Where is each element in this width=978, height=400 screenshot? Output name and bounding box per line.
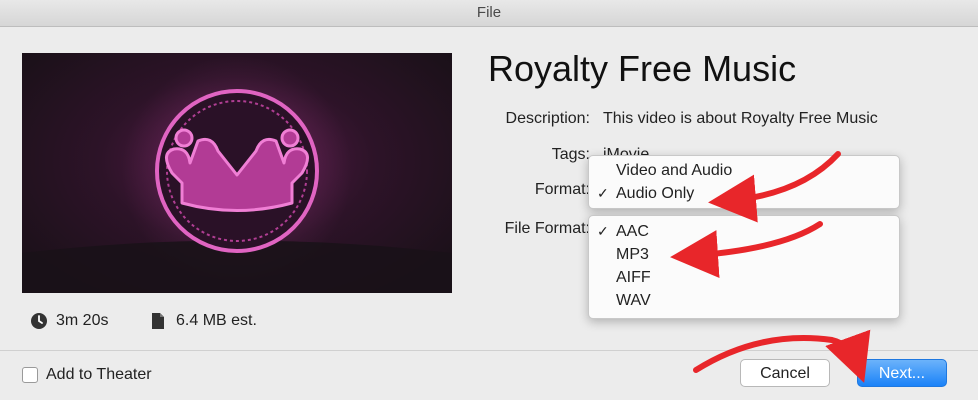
checkmark-icon: ✓: [597, 223, 609, 239]
duration-info: 3m 20s: [30, 312, 108, 330]
description-value[interactable]: This video is about Royalty Free Music: [603, 110, 878, 128]
format-option-label: Audio Only: [616, 185, 695, 202]
checkmark-icon: ✓: [597, 185, 609, 201]
add-to-theater-control[interactable]: Add to Theater: [22, 366, 152, 384]
format-dropdown-menu[interactable]: Video and Audio ✓ Audio Only: [588, 155, 900, 209]
project-title: Royalty Free Music: [488, 48, 797, 89]
file-format-option-label: AIFF: [616, 269, 651, 286]
window-titlebar: File: [0, 0, 978, 27]
file-format-option-mp3[interactable]: MP3: [589, 243, 899, 266]
file-format-label: File Format:: [504, 220, 590, 237]
file-format-option-wav[interactable]: WAV: [589, 289, 899, 312]
format-option-label: Video and Audio: [616, 162, 733, 179]
file-format-dropdown-menu[interactable]: ✓ AAC MP3 AIFF WAV: [588, 215, 900, 319]
next-button[interactable]: Next...: [857, 359, 947, 387]
format-option-audio-only[interactable]: ✓ Audio Only: [589, 182, 899, 205]
document-icon: [150, 312, 168, 330]
format-option-video-and-audio[interactable]: Video and Audio: [589, 159, 899, 182]
description-label: Description:: [505, 110, 590, 127]
add-to-theater-label[interactable]: Add to Theater: [46, 366, 152, 384]
duration-text: 3m 20s: [56, 312, 109, 329]
crown-logo-image: [22, 56, 452, 293]
cancel-button[interactable]: Cancel: [740, 359, 830, 387]
file-format-option-aiff[interactable]: AIFF: [589, 266, 899, 289]
add-to-theater-checkbox[interactable]: [22, 367, 38, 383]
size-info: 6.4 MB est.: [150, 312, 257, 330]
file-format-option-label: AAC: [616, 223, 649, 240]
tags-label: Tags:: [551, 146, 590, 163]
footer-divider: [0, 350, 978, 351]
file-format-option-label: WAV: [616, 292, 651, 309]
clock-icon: [30, 312, 48, 330]
size-text: 6.4 MB est.: [176, 312, 257, 329]
format-label: Format:: [534, 181, 590, 198]
file-format-option-aac[interactable]: ✓ AAC: [589, 220, 899, 243]
file-format-option-label: MP3: [616, 246, 649, 263]
window-title: File: [476, 4, 502, 21]
video-thumbnail: [22, 53, 452, 293]
